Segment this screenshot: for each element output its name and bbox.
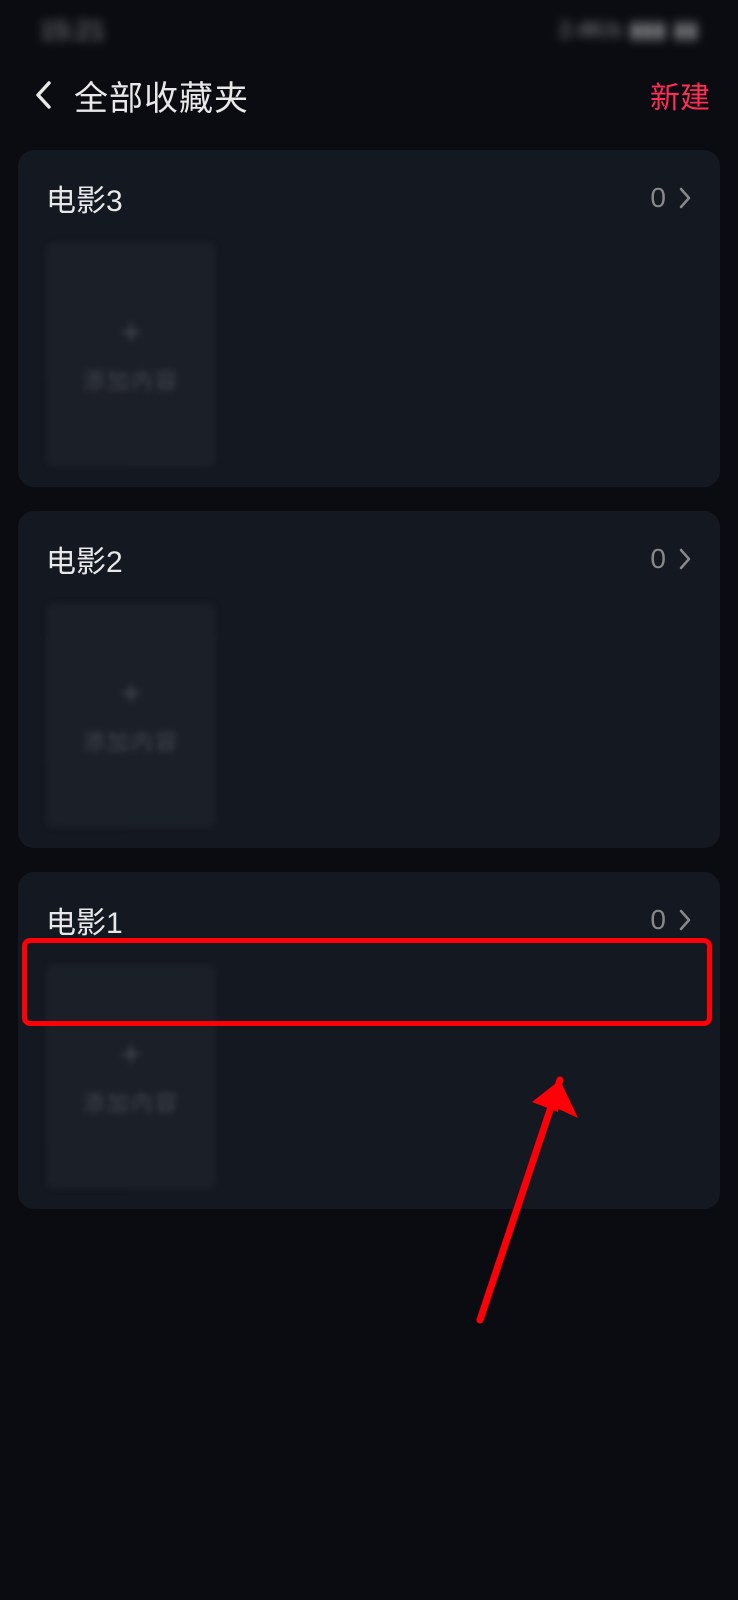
page-title: 全部收藏夹 [74, 71, 650, 120]
folder-card: 电影1 0 + 添加内容 [18, 872, 720, 1209]
new-button[interactable]: 新建 [650, 73, 710, 117]
folder-card: 电影3 0 + 添加内容 [18, 150, 720, 487]
battery-icon: ▮▮ [674, 17, 698, 43]
status-time: 15:21 [40, 15, 105, 46]
folder-thumbnail-empty[interactable]: + 添加内容 [46, 242, 216, 467]
net-speed: 2.4K/s [559, 17, 621, 43]
folder-header[interactable]: 电影2 0 [18, 511, 720, 603]
folder-name: 电影3 [46, 176, 650, 220]
folder-count: 0 [650, 543, 666, 575]
thumb-placeholder-text: 添加内容 [83, 364, 179, 396]
folder-name: 电影1 [46, 898, 650, 942]
status-indicators: 2.4K/s ▮▮▮ ▮▮ [559, 17, 698, 43]
folder-header[interactable]: 电影3 0 [18, 150, 720, 242]
folder-header[interactable]: 电影1 0 [18, 872, 720, 964]
folder-thumbnail-empty[interactable]: + 添加内容 [46, 964, 216, 1189]
thumb-placeholder-text: 添加内容 [83, 1086, 179, 1118]
folder-card: 电影2 0 + 添加内容 [18, 511, 720, 848]
folder-list: 电影3 0 + 添加内容 电影2 0 + 添加内容 电影1 0 [0, 130, 738, 1209]
back-button[interactable] [20, 72, 66, 118]
plus-icon: + [120, 1036, 141, 1072]
chevron-right-icon [678, 186, 692, 210]
folder-thumbnail-empty[interactable]: + 添加内容 [46, 603, 216, 828]
thumb-placeholder-text: 添加内容 [83, 725, 179, 757]
chevron-right-icon [678, 908, 692, 932]
folder-count: 0 [650, 182, 666, 214]
status-bar: 15:21 2.4K/s ▮▮▮ ▮▮ [0, 0, 738, 60]
folder-count: 0 [650, 904, 666, 936]
signal-icon: ▮▮▮ [629, 17, 665, 43]
plus-icon: + [120, 675, 141, 711]
chevron-right-icon [678, 547, 692, 571]
page-header: 全部收藏夹 新建 [0, 60, 738, 130]
folder-name: 电影2 [46, 537, 650, 581]
plus-icon: + [120, 314, 141, 350]
chevron-left-icon [34, 80, 52, 110]
